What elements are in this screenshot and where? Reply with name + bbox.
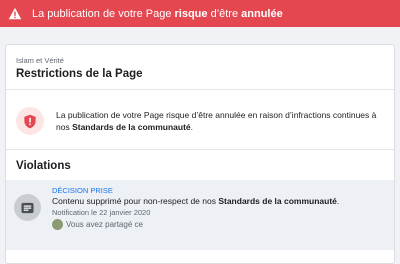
page-restrictions-card: Islam et Vérité Restrictions de la Page …: [5, 44, 395, 264]
violation-status: DÉCISION PRISE: [52, 186, 113, 195]
notice-text: La publication de votre Page risque d’êt…: [56, 110, 377, 132]
banner-text: La publication de votre Page risque d’êt…: [32, 7, 283, 20]
violation-date: Notification le 22 janvier 2020: [52, 208, 151, 217]
violation-description: Contenu supprimé pour non-respect de nos…: [52, 196, 340, 206]
card-header: Islam et Vérité Restrictions de la Page: [6, 45, 394, 90]
message-icon: [21, 202, 34, 213]
message-icon-badge: [14, 194, 41, 221]
page-status-banner: La publication de votre Page risque d’êt…: [0, 0, 400, 27]
violations-heading: Violations: [16, 160, 71, 172]
shield-icon: [24, 114, 36, 128]
shared-text: Vous avez partagé ce: [66, 220, 143, 229]
page-name: Islam et Vérité: [16, 56, 64, 65]
shared-content-row: Vous avez partagé ce: [52, 219, 339, 230]
restriction-notice: La publication de votre Page risque d’êt…: [6, 90, 394, 150]
violation-details: DÉCISION PRISE Contenu supprimé pour non…: [52, 186, 339, 250]
community-standards-link[interactable]: Standards de la communauté: [72, 122, 191, 132]
page-title: Restrictions de la Page: [16, 68, 143, 80]
avatar: [52, 219, 63, 230]
warning-icon: [8, 7, 22, 19]
violation-item[interactable]: DÉCISION PRISE Contenu supprimé pour non…: [6, 180, 394, 250]
shield-icon-badge: [16, 107, 44, 135]
